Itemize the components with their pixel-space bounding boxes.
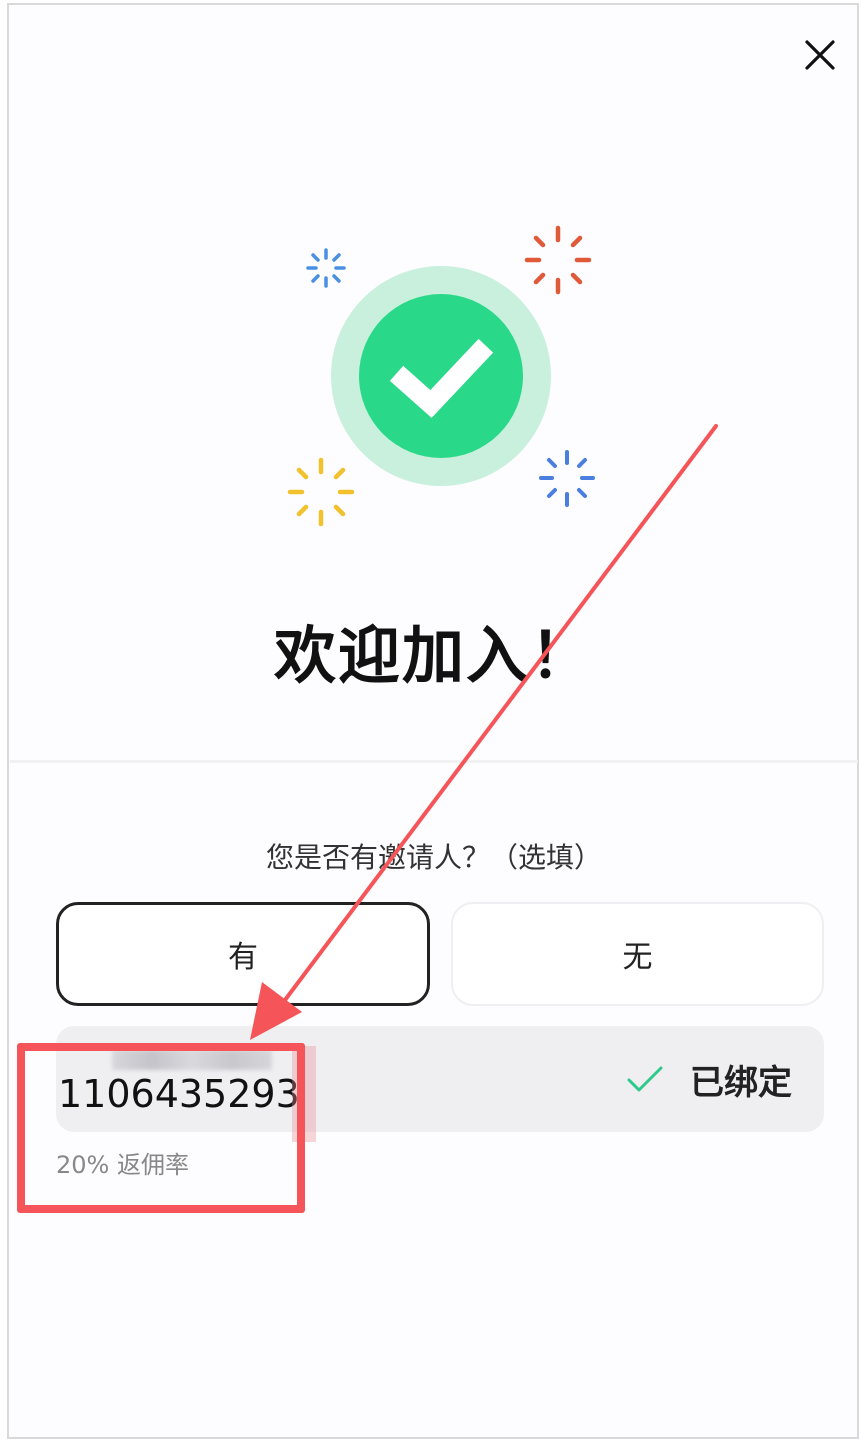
option-no-button[interactable]: 无 — [451, 902, 824, 1006]
sparkle-icon — [524, 225, 592, 295]
sparkle-icon — [287, 457, 355, 527]
bound-status: 已绑定 — [690, 1063, 792, 1103]
inviter-question: 您是否有邀请人？（选填） — [265, 841, 602, 874]
success-circle — [359, 294, 523, 458]
check-icon — [627, 1066, 663, 1092]
success-illustration — [287, 225, 595, 527]
dialog-frame — [7, 3, 859, 1439]
option-yes-label: 有 — [228, 940, 258, 975]
close-icon[interactable] — [800, 35, 840, 75]
option-yes-button[interactable]: 有 — [56, 902, 430, 1006]
divider — [10, 760, 858, 763]
sparkle-icon — [306, 248, 346, 288]
sparkle-icon — [539, 450, 595, 507]
option-no-label: 无 — [622, 940, 653, 975]
annotation-highlight-box — [17, 1043, 305, 1213]
page-title: 欢迎加入！ — [273, 619, 594, 692]
